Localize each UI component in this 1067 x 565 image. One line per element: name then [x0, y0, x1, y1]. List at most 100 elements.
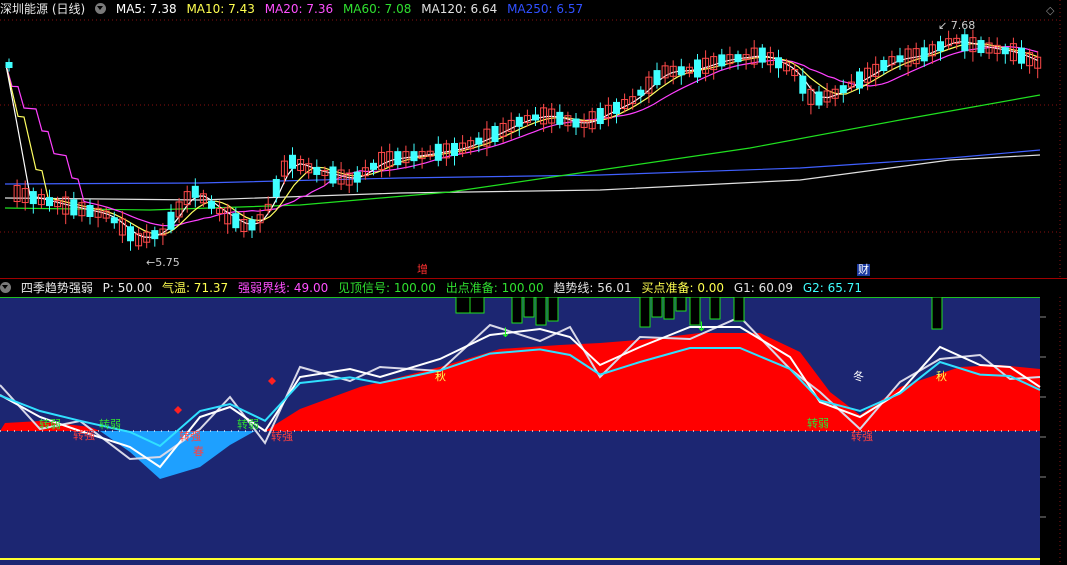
candle-down: [920, 47, 928, 62]
ma10-line: [5, 42, 1039, 236]
g1-value: G1: 60.09: [733, 281, 794, 295]
label-turn-strong-3: 转强: [271, 430, 293, 443]
candle-down: [353, 171, 361, 183]
label-turn-weak-3: 转弱: [237, 418, 259, 431]
label-autumn-2: 秋: [936, 370, 947, 383]
label-turn-weak-2: 转弱: [99, 418, 121, 431]
temp-value: 气温: 71.37: [161, 281, 229, 295]
ma250-line: [4, 149, 1041, 185]
label-autumn-1: 秋: [435, 370, 446, 383]
grid-corner: ◇: [1046, 4, 1055, 17]
candle-down: [451, 142, 458, 156]
p-value: P: 50.00: [102, 281, 153, 295]
exit-ready-bar: [535, 297, 547, 326]
exit-ready-bar: [639, 297, 651, 328]
candle-down: [394, 151, 402, 166]
candle-down: [596, 108, 604, 125]
high-price-label: ↙ 7.68: [938, 19, 975, 32]
candle-down: [839, 85, 847, 94]
label-turn-strong-1: 转强: [73, 429, 95, 442]
candle-down: [896, 55, 904, 63]
exit-ready-bar: [523, 297, 535, 318]
indicator-header: 四季趋势强弱 P: 50.00 气温: 71.37 强弱界线: 49.00 见顶…: [0, 280, 868, 296]
indicator-chart[interactable]: ↓ ↓: [0, 297, 1067, 565]
candle-down: [70, 199, 78, 216]
exit-ready-bar: [709, 297, 721, 320]
candle-down: [613, 101, 620, 114]
candle-down: [977, 40, 985, 54]
event-mark-zeng[interactable]: 增: [416, 264, 429, 276]
event-mark-cai[interactable]: 财: [857, 264, 870, 276]
chevron-down-icon[interactable]: [0, 282, 11, 293]
candle-down: [961, 34, 969, 52]
ma5-line: [5, 41, 1039, 239]
exit-ready-bar: [675, 297, 687, 312]
buy-ready-value: 买点准备: 0.00: [641, 281, 725, 295]
down-arrow-icon: ↓: [696, 320, 707, 335]
label-turn-weak-1: 转弱: [39, 418, 61, 431]
label-turn-strong-4: 转强: [851, 430, 873, 443]
candle-down: [410, 151, 418, 162]
candle-down: [313, 166, 321, 175]
candle-down: [86, 205, 94, 217]
candle-down: [475, 137, 483, 145]
down-arrow-icon: ↓: [500, 326, 511, 341]
candle-down: [208, 200, 215, 209]
candle-down: [694, 59, 701, 78]
candle-down: [1018, 47, 1025, 64]
exit-ready-bar: [663, 297, 675, 320]
candle-down: [127, 226, 134, 242]
candle-down: [937, 41, 944, 52]
candle-down: [637, 89, 645, 96]
candle-down: [151, 230, 159, 240]
candle-down: [191, 185, 199, 198]
exit-ready-bar: [651, 297, 663, 318]
ma20-line: [5, 45, 1039, 227]
candle-down: [1001, 47, 1009, 55]
candle-down: [232, 213, 240, 229]
candle-down: [46, 197, 53, 207]
candle-down: [5, 62, 13, 68]
candle-down: [248, 219, 256, 231]
exit-ready-bar: [455, 297, 471, 314]
candle-down: [515, 116, 523, 127]
candle-down: [775, 57, 782, 69]
candle-down: [370, 162, 377, 170]
candle-down: [110, 217, 118, 224]
indicator-name: 四季趋势强弱: [20, 281, 93, 295]
label-spring-1: 春: [193, 445, 204, 458]
candle-down: [491, 126, 499, 142]
ma60-line: [4, 94, 1041, 211]
boundary-value: 强弱界线: 49.00: [238, 281, 329, 295]
candle-down: [880, 60, 888, 72]
candle-down: [532, 114, 539, 121]
top-signal-value: 见顶信号: 100.00: [338, 281, 436, 295]
candle-down: [758, 47, 766, 63]
candle-down: [556, 111, 564, 125]
candle-down: [272, 178, 280, 197]
label-turn-strong-2: 转强: [179, 430, 201, 443]
candle-down: [815, 91, 823, 106]
candle-down: [734, 54, 742, 63]
candle-down: [434, 143, 442, 161]
candle-down: [289, 154, 296, 169]
candle-down: [329, 166, 337, 184]
low-price-label: ←5.75: [146, 256, 180, 269]
exit-ready-bar: [547, 297, 559, 322]
label-winter-1: 冬: [853, 370, 864, 383]
candle-down: [653, 70, 661, 86]
label-turn-weak-4: 转弱: [807, 417, 829, 430]
candlestick-chart[interactable]: ◇ ↙ 7.68 ←5.75: [0, 0, 1067, 280]
candle-down: [856, 71, 863, 89]
exit-ready-bar: [511, 297, 523, 324]
candle-down: [167, 211, 175, 230]
exit-ready-bar: [931, 297, 943, 330]
candle-down: [572, 118, 580, 128]
candle-down: [677, 66, 685, 76]
exit-ready-bar: [469, 297, 485, 314]
candle-down: [718, 54, 726, 67]
exit-ready-bar: [733, 297, 745, 322]
candle-down: [29, 191, 37, 205]
g2-value: G2: 65.71: [802, 281, 863, 295]
exit-ready-value: 出点准备: 100.00: [445, 281, 544, 295]
